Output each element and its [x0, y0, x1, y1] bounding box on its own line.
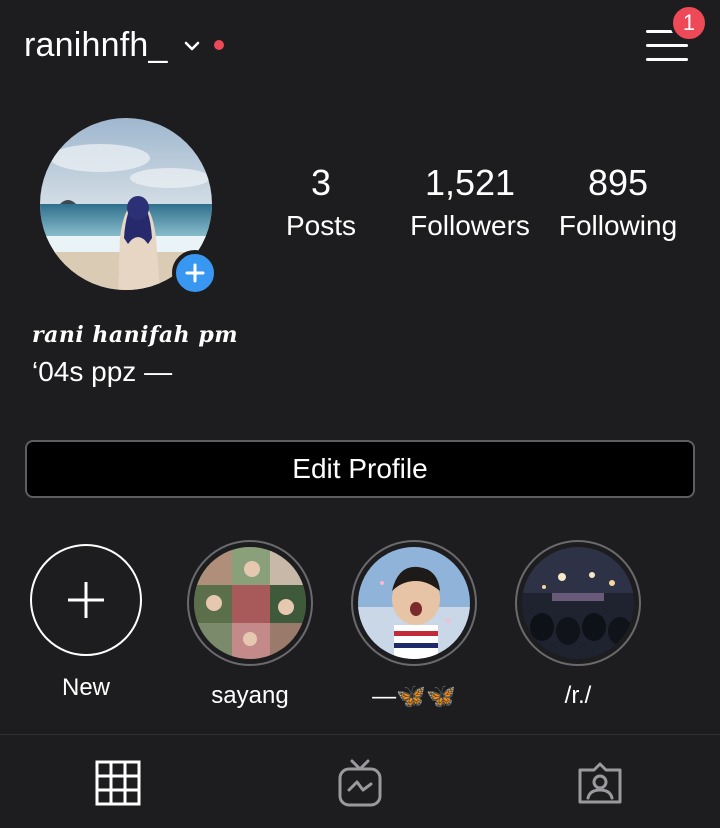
collage-image: [194, 547, 306, 659]
concert-photo: [522, 547, 634, 659]
account-switcher[interactable]: ranihnfh_: [24, 22, 224, 68]
menu-icon-bar: [646, 44, 688, 47]
igtv-icon: [338, 759, 382, 807]
highlight-ring: [187, 540, 313, 666]
grid-icon: [95, 760, 141, 806]
highlight-ring: [515, 540, 641, 666]
highlight-r[interactable]: /r./: [515, 540, 641, 710]
menu-icon-bar: [646, 58, 688, 61]
stat-value: 895: [587, 162, 649, 203]
tagged-icon: [578, 762, 622, 804]
new-highlight-ring: [30, 544, 142, 656]
display-name: rani hanifah pm: [32, 322, 238, 348]
stat-value: 1,521: [424, 162, 516, 203]
highlight-cover: [522, 547, 634, 659]
notification-badge: 1: [670, 4, 708, 42]
add-story-button[interactable]: [172, 250, 218, 296]
child-photo: [358, 547, 470, 659]
highlight-ring: [351, 540, 477, 666]
username: ranihnfh_: [24, 25, 168, 64]
stat-followers[interactable]: 1,521 Followers: [404, 160, 536, 246]
new-activity-dot: [213, 40, 224, 50]
highlight-label: sayang: [211, 682, 289, 709]
highlight-new[interactable]: New: [23, 540, 149, 702]
highlight-cover: [358, 547, 470, 659]
tab-tagged[interactable]: [570, 753, 630, 813]
tab-grid[interactable]: [88, 753, 148, 813]
highlight-label: —🦋🦋: [372, 683, 456, 710]
stat-label: Followers: [410, 210, 530, 241]
stat-value: 3: [310, 162, 332, 203]
stat-label: Following: [558, 210, 678, 241]
highlight-sayang[interactable]: sayang: [187, 540, 313, 710]
edit-profile-button[interactable]: Edit Profile: [25, 440, 695, 498]
top-bar: ranihnfh_ 1: [0, 0, 720, 90]
chevron-down-icon: [184, 41, 199, 51]
highlight-label: New: [61, 674, 110, 701]
stat-label: Posts: [285, 210, 357, 241]
highlight-cover: [194, 547, 306, 659]
bio-text: ‘04s ppz —: [32, 356, 173, 387]
plus-icon: [68, 582, 104, 618]
stat-following[interactable]: 895 Following: [552, 160, 684, 246]
profile-tab-bar: [0, 734, 720, 828]
tab-igtv[interactable]: [330, 753, 390, 813]
plus-icon: [185, 263, 205, 283]
highlight-label: /r./: [564, 682, 592, 709]
highlight-butterfly[interactable]: —🦋🦋: [351, 540, 477, 711]
stat-posts[interactable]: 3 Posts: [281, 160, 361, 246]
